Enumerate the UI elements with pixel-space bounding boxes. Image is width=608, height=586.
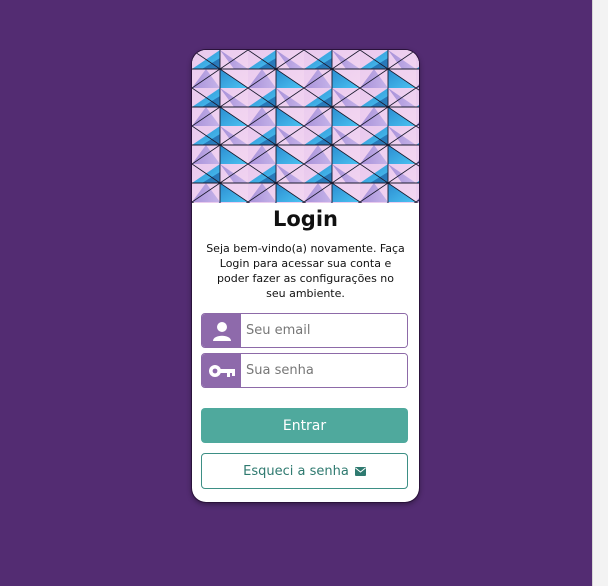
submit-button-label: Entrar bbox=[282, 417, 327, 434]
key-icon bbox=[202, 354, 241, 387]
forgot-password-label: Esqueci a senha bbox=[243, 463, 349, 479]
password-input[interactable] bbox=[241, 354, 407, 387]
login-title: Login bbox=[273, 207, 338, 231]
user-icon bbox=[202, 314, 241, 347]
email-field[interactable] bbox=[201, 313, 408, 348]
login-description: Seja bem-vindo(a) novamente. Faça Login … bbox=[206, 242, 405, 300]
hero-image bbox=[192, 50, 419, 203]
email-input[interactable] bbox=[241, 314, 407, 347]
password-field[interactable] bbox=[201, 353, 408, 388]
login-card: Login Seja bem-vindo(a) novamente. Faça … bbox=[192, 50, 419, 502]
forgot-password-button[interactable]: Esqueci a senha bbox=[201, 453, 408, 489]
envelope-icon bbox=[354, 466, 366, 476]
submit-button[interactable]: Entrar bbox=[201, 408, 408, 443]
window-scrollbar-track bbox=[592, 0, 608, 586]
